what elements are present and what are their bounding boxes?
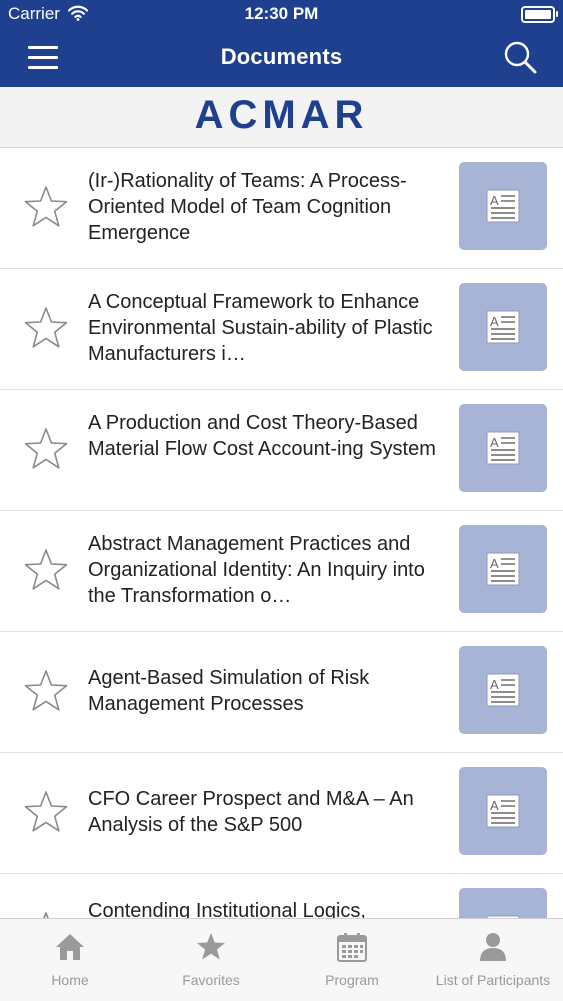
tab-program[interactable]: Program: [282, 919, 422, 1001]
document-icon: A: [486, 552, 520, 586]
documents-list: (Ir-)Rationality of Teams: A Process-Ori…: [0, 148, 563, 918]
document-icon: A: [486, 794, 520, 828]
conference-banner: ACMAR: [0, 87, 563, 148]
document-title: CFO Career Prospect and M&A – An Analysi…: [88, 788, 414, 836]
document-icon: A: [486, 310, 520, 344]
conference-logo-text: ACMAR: [194, 93, 369, 137]
clock-time: 12:30 PM: [244, 4, 319, 23]
document-row[interactable]: CFO Career Prospect and M&A – An Analysi…: [0, 753, 563, 874]
svg-text:A: A: [490, 798, 499, 813]
document-title: A Conceptual Framework to Enhance Enviro…: [88, 291, 433, 365]
document-row[interactable]: A Conceptual Framework to Enhance Enviro…: [0, 269, 563, 390]
document-icon: A: [486, 189, 520, 223]
favorite-star-icon[interactable]: [22, 547, 70, 595]
favorite-star-icon[interactable]: [22, 789, 70, 837]
top-bar: Carrier 12:30 PM Documents: [0, 0, 563, 87]
document-row[interactable]: Agent-Based Simulation of Risk Managemen…: [0, 632, 563, 753]
document-thumbnail[interactable]: A: [459, 767, 547, 855]
favorite-star-icon[interactable]: [22, 305, 70, 353]
document-thumbnail[interactable]: A: [459, 162, 547, 250]
document-row[interactable]: (Ir-)Rationality of Teams: A Process-Ori…: [0, 148, 563, 269]
favorite-star-icon[interactable]: [22, 668, 70, 716]
document-row[interactable]: A Production and Cost Theory-Based Mater…: [0, 390, 563, 511]
page-title: Documents: [220, 44, 343, 69]
home-icon: [56, 934, 84, 960]
document-title: Abstract Management Practices and Organi…: [88, 533, 425, 607]
person-icon: [480, 933, 506, 961]
navigation-bar: Documents: [0, 30, 563, 87]
calendar-icon: [337, 933, 367, 962]
document-row[interactable]: Abstract Management Practices and Organi…: [0, 511, 563, 632]
tab-bar: Home Favorites Program List of Participa…: [0, 918, 563, 1001]
svg-text:A: A: [490, 677, 499, 692]
tab-favorites[interactable]: Favorites: [141, 919, 281, 1001]
document-thumbnail[interactable]: A: [459, 404, 547, 492]
battery-icon: [521, 6, 558, 23]
tab-program-label: Program: [325, 972, 379, 988]
status-bar: Carrier 12:30 PM: [0, 0, 563, 30]
favorite-star-icon[interactable]: [22, 910, 70, 918]
svg-text:A: A: [490, 314, 499, 329]
document-thumbnail[interactable]: A: [459, 646, 547, 734]
svg-text:A: A: [490, 435, 499, 450]
svg-text:A: A: [490, 193, 499, 208]
star-icon: [197, 933, 225, 960]
favorite-star-icon[interactable]: [22, 184, 70, 232]
search-icon[interactable]: [501, 38, 541, 78]
document-title: Contending Institutional Logics,: [88, 900, 366, 918]
tab-home[interactable]: Home: [0, 919, 140, 1001]
document-title: Agent-Based Simulation of Risk Managemen…: [88, 667, 370, 715]
document-thumbnail[interactable]: A: [459, 525, 547, 613]
document-thumbnail[interactable]: A: [459, 283, 547, 371]
tab-home-label: Home: [51, 972, 89, 988]
tab-list-of-participants-label: List of Participants: [435, 972, 551, 988]
tab-favorites-label: Favorites: [182, 972, 240, 988]
document-row[interactable]: Contending Institutional Logics, A: [0, 874, 563, 918]
document-thumbnail[interactable]: A: [459, 888, 547, 918]
svg-text:A: A: [490, 556, 499, 571]
document-title: (Ir-)Rationality of Teams: A Process-Ori…: [88, 170, 407, 244]
document-icon: A: [486, 673, 520, 707]
favorite-star-icon[interactable]: [22, 426, 70, 474]
document-title: A Production and Cost Theory-Based Mater…: [88, 412, 436, 460]
tab-list-of-participants[interactable]: List of Participants: [423, 919, 563, 1001]
document-icon: A: [486, 431, 520, 465]
